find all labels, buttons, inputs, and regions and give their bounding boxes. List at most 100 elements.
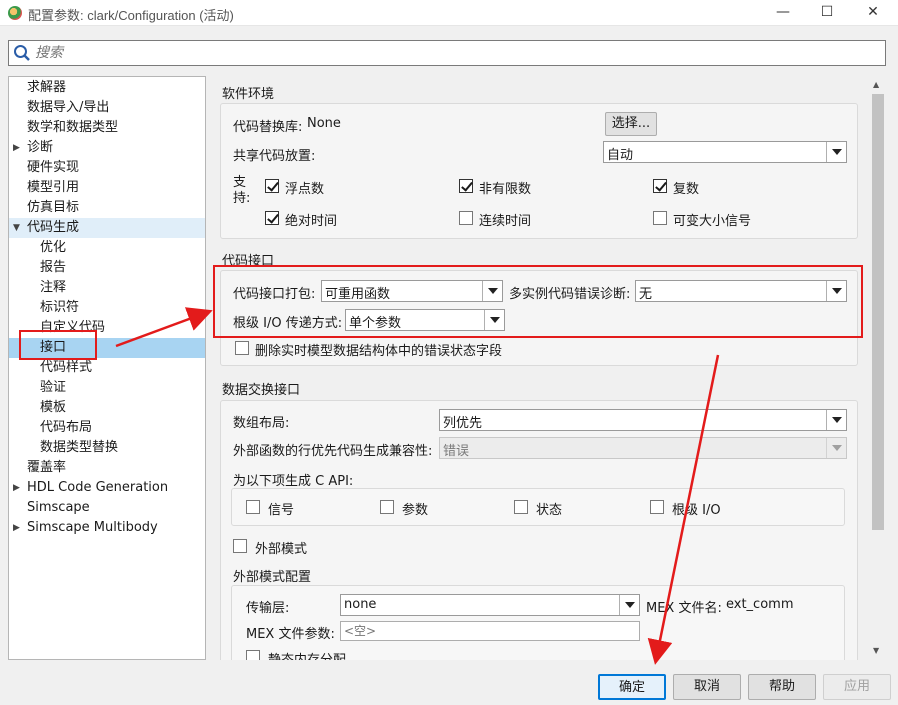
tree-item-label: 数据类型替换: [40, 440, 119, 455]
row-major-label: 外部函数的行优先代码生成兼容性:: [233, 444, 433, 459]
multi-instance-value: 无: [639, 287, 653, 302]
tree-item[interactable]: 代码样式: [9, 358, 205, 378]
maximize-button[interactable]: ☐: [804, 0, 850, 26]
ext-config-group: 传输层: none MEX 文件名: ext_comm MEX 文件参数: 静态…: [231, 585, 845, 660]
tree-item[interactable]: ▶ Simscape Multibody: [9, 518, 205, 538]
data-exchange-title: 数据交换接口: [222, 383, 301, 398]
transport-select[interactable]: none: [340, 594, 640, 616]
tree-item[interactable]: 数据类型替换: [9, 438, 205, 458]
capi-group: 信号 参数 状态 根级 I/O: [231, 488, 845, 526]
tree-item[interactable]: 模板: [9, 398, 205, 418]
capi-param-label: 参数: [402, 503, 429, 518]
mex-args-input[interactable]: [340, 621, 640, 641]
complex-checkbox[interactable]: [653, 179, 667, 193]
tree-item[interactable]: 注释: [9, 278, 205, 298]
tree-item[interactable]: 覆盖率: [9, 458, 205, 478]
external-mode-checkbox[interactable]: [233, 539, 247, 553]
search-input[interactable]: [35, 43, 875, 63]
root-io-label: 根级 I/O 传递方式:: [233, 316, 343, 331]
tree-item[interactable]: 验证: [9, 378, 205, 398]
tree-item-label: 诊断: [27, 140, 54, 155]
tree-item[interactable]: 标识符: [9, 298, 205, 318]
static-mem-label: 静态内存分配: [268, 649, 346, 660]
absolute-time-label: 绝对时间: [285, 214, 338, 229]
continuous-time-checkbox[interactable]: [459, 211, 473, 225]
tree-item[interactable]: 接口: [9, 338, 205, 358]
tree-item[interactable]: 模型引用: [9, 178, 205, 198]
tree-item[interactable]: 数学和数据类型: [9, 118, 205, 138]
external-mode-label: 外部模式: [255, 542, 308, 557]
expanded-arrow-icon[interactable]: ▼: [13, 218, 20, 238]
absolute-time-checkbox[interactable]: [265, 211, 279, 225]
tree-item-label: 模板: [40, 400, 67, 415]
row-major-value: 错误: [443, 444, 470, 459]
tree-item[interactable]: 仿真目标: [9, 198, 205, 218]
shared-code-label: 共享代码放置:: [233, 149, 316, 164]
packaging-label: 代码接口打包:: [233, 287, 316, 302]
ext-config-title: 外部模式配置: [233, 570, 312, 585]
capi-signal-checkbox[interactable]: [246, 500, 260, 514]
help-button[interactable]: 帮助: [748, 674, 816, 700]
multi-instance-select[interactable]: 无: [635, 280, 847, 302]
tree-item-label: 数学和数据类型: [27, 120, 119, 135]
remove-error-label: 删除实时模型数据结构体中的错误状态字段: [255, 344, 503, 359]
scroll-up-icon[interactable]: ▲: [873, 80, 879, 89]
tree-item-label: 数据导入/导出: [27, 100, 110, 115]
floating-point-checkbox[interactable]: [265, 179, 279, 193]
row-major-select[interactable]: 错误: [439, 437, 847, 459]
tree-item[interactable]: ▼ 代码生成: [9, 218, 205, 238]
static-mem-checkbox[interactable]: [246, 650, 260, 660]
packaging-select[interactable]: 可重用函数: [321, 280, 503, 302]
collapsed-arrow-icon[interactable]: ▶: [13, 518, 20, 538]
collapsed-arrow-icon[interactable]: ▶: [13, 478, 20, 498]
tree-item-label: Simscape Multibody: [27, 520, 158, 535]
tree-item-label: 验证: [40, 380, 67, 395]
shared-code-value: 自动: [607, 148, 634, 163]
tree-item[interactable]: 硬件实现: [9, 158, 205, 178]
collapsed-arrow-icon[interactable]: ▶: [13, 138, 20, 158]
multi-instance-label: 多实例代码错误诊断:: [509, 287, 631, 302]
capi-param-checkbox[interactable]: [380, 500, 394, 514]
tree-item-label: 模型引用: [27, 180, 80, 195]
tree-item-label: HDL Code Generation: [27, 480, 169, 495]
tree-item[interactable]: 代码布局: [9, 418, 205, 438]
data-exchange-group: 数组布局: 列优先 外部函数的行优先代码生成兼容性: 错误 为以下项生成 C A…: [220, 400, 858, 660]
tree-item[interactable]: 自定义代码: [9, 318, 205, 338]
close-button[interactable]: ✕: [850, 0, 896, 26]
capi-state-checkbox[interactable]: [514, 500, 528, 514]
search-box[interactable]: [8, 40, 886, 66]
shared-code-select[interactable]: 自动: [603, 141, 847, 163]
tree-item-label: 代码样式: [40, 360, 93, 375]
cancel-button[interactable]: 取消: [673, 674, 741, 700]
remove-error-checkbox[interactable]: [235, 341, 249, 355]
tree-item[interactable]: 求解器: [9, 78, 205, 98]
window-title: 配置参数: clark/Configuration (活动): [28, 8, 234, 23]
minimize-button[interactable]: —: [760, 0, 806, 26]
array-layout-select[interactable]: 列优先: [439, 409, 847, 431]
chevron-down-icon: [826, 410, 846, 430]
scrollbar-thumb[interactable]: [872, 94, 884, 530]
tree-item[interactable]: 优化: [9, 238, 205, 258]
tree-item[interactable]: 报告: [9, 258, 205, 278]
root-io-value: 单个参数: [349, 316, 402, 331]
non-finite-checkbox[interactable]: [459, 179, 473, 193]
capi-rootio-checkbox[interactable]: [650, 500, 664, 514]
category-tree: 求解器数据导入/导出 数学和数据类型 ▶ 诊断硬件实现模型引用仿真目标 ▼ 代码生成 优化报…: [8, 76, 206, 660]
tree-item[interactable]: 数据导入/导出: [9, 98, 205, 118]
chevron-down-icon: [482, 281, 502, 301]
array-layout-value: 列优先: [443, 416, 483, 431]
scroll-down-icon[interactable]: ▼: [873, 646, 879, 655]
root-io-select[interactable]: 单个参数: [345, 309, 505, 331]
apply-button[interactable]: 应用: [823, 674, 891, 700]
tree-item[interactable]: Simscape: [9, 498, 205, 518]
ok-button[interactable]: 确定: [598, 674, 666, 700]
panel-scrollbar[interactable]: ▲ ▼: [870, 78, 886, 658]
select-button[interactable]: 选择...: [605, 112, 657, 136]
software-env-title: 软件环境: [222, 87, 275, 102]
tree-item[interactable]: ▶ 诊断: [9, 138, 205, 158]
tree-item-label: 标识符: [40, 300, 80, 315]
variable-size-checkbox[interactable]: [653, 211, 667, 225]
continuous-time-label: 连续时间: [479, 214, 532, 229]
tree-item[interactable]: ▶ HDL Code Generation: [9, 478, 205, 498]
complex-label: 复数: [673, 182, 700, 197]
